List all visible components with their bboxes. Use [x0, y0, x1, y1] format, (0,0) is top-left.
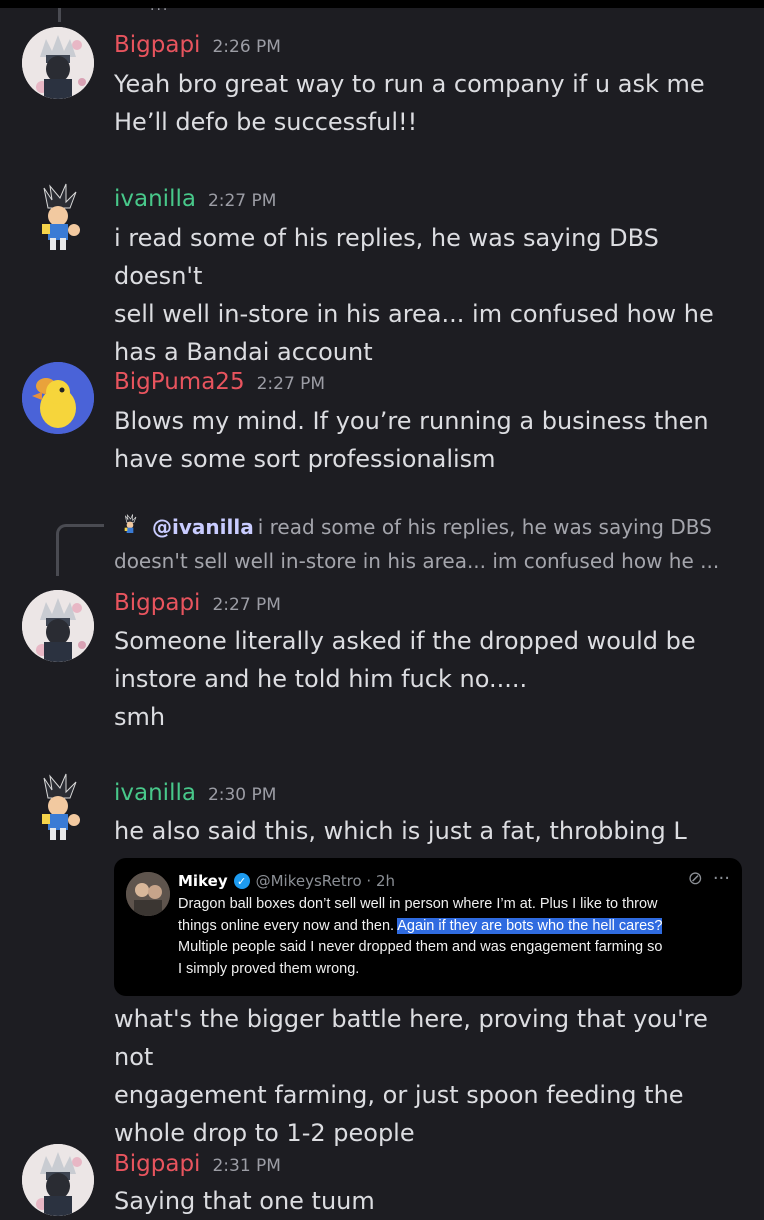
author-name[interactable]: Bigpapi — [114, 32, 200, 58]
avatar-bigpapi[interactable] — [22, 590, 94, 662]
avatar-bigpapi[interactable] — [22, 27, 94, 99]
author-name[interactable]: ivanilla — [114, 186, 196, 212]
tweet-header: Mikey ✓ @MikeysRetro · 2h — [178, 872, 395, 890]
reply-preview[interactable]: @ivanilla i read some of his replies, he … — [114, 510, 754, 578]
timestamp: 2:26 PM — [212, 37, 281, 57]
message-content: Yeah bro great way to run a company if u… — [114, 65, 744, 141]
reply-connector — [56, 524, 104, 576]
tweet-body: Dragon ball boxes don’t sell well in per… — [178, 894, 734, 980]
timestamp: 2:30 PM — [207, 785, 277, 805]
message-header: ivanilla 2:30 PM — [114, 780, 276, 806]
message-line: Yeah bro great way to run a company if u… — [114, 70, 705, 98]
author-name[interactable]: BigPuma25 — [114, 369, 245, 395]
message-header: Bigpapi 2:26 PM — [114, 32, 281, 58]
avatar-ivanilla[interactable] — [22, 770, 94, 842]
tweet-avatar — [126, 872, 170, 916]
tweet-line: Dragon ball boxes don’t sell well in per… — [178, 896, 658, 912]
message-line: have some sort professionalism — [114, 445, 496, 473]
avatar-ivanilla[interactable] — [22, 180, 94, 252]
grok-icon: ⊘ — [687, 868, 703, 889]
reply-text: i read some of his replies, he was sayin… — [257, 515, 712, 539]
tweet-line: Multiple people said I never dropped the… — [178, 939, 663, 955]
reply-mention[interactable]: @ivanilla — [152, 515, 254, 539]
message-line: sell well in-store in his area... im con… — [114, 300, 714, 328]
tweet-text: things online every now and then. — [178, 917, 398, 934]
message-header: Bigpapi 2:27 PM — [114, 590, 281, 616]
message-line: has a Bandai account — [114, 338, 373, 366]
verified-badge-icon: ✓ — [233, 873, 250, 889]
embedded-tweet-image[interactable]: Mikey ✓ @MikeysRetro · 2h ⊘ ··· Dragon b… — [114, 858, 742, 996]
timestamp: 2:27 PM — [212, 595, 281, 615]
message-line: smh — [114, 703, 166, 731]
timestamp: 2:27 PM — [207, 191, 277, 211]
message-content: Saying that one tuum — [114, 1182, 744, 1220]
tweet-author-name: Mikey — [178, 872, 228, 890]
message-header: BigPuma25 2:27 PM — [114, 369, 325, 395]
top-status-bar — [0, 0, 764, 8]
avatar-bigpapi[interactable] — [22, 1144, 94, 1216]
message-line: He’ll defo be successful!! — [114, 108, 418, 136]
timestamp: 2:27 PM — [256, 374, 326, 394]
tweet-handle: @MikeysRetro · 2h — [255, 872, 396, 890]
author-name[interactable]: ivanilla — [114, 780, 196, 806]
message-line: whole drop to 1-2 people — [114, 1119, 415, 1147]
message-line: engagement farming, or just spoon feedin… — [114, 1081, 684, 1109]
message-content: what's the bigger battle here, proving t… — [114, 1000, 744, 1152]
message-content: i read some of his replies, he was sayin… — [114, 219, 744, 371]
truncated-indicator: ... — [150, 0, 170, 14]
message-header: ivanilla 2:27 PM — [114, 186, 276, 212]
message-line: Saying that one tuum — [114, 1187, 375, 1215]
tweet-highlight: Again if they are bots who the hell care… — [397, 917, 663, 934]
author-name[interactable]: Bigpapi — [114, 1151, 200, 1177]
tweet-line: things online every now and then. Again … — [178, 916, 734, 938]
reply-text-line2: doesn't sell well in-store in his area..… — [114, 549, 720, 573]
author-name[interactable]: Bigpapi — [114, 590, 200, 616]
tweet-line: I simply proved them wrong. — [178, 960, 360, 977]
message-line: Someone literally asked if the dropped w… — [114, 627, 696, 655]
message-line: what's the bigger battle here, proving t… — [114, 1005, 708, 1071]
message-content: he also said this, which is just a fat, … — [114, 812, 744, 850]
message-line: Blows my mind. If you’re running a busin… — [114, 407, 709, 435]
message-line: instore and he told him fuck no..... — [114, 665, 528, 693]
message-content: Blows my mind. If you’re running a busin… — [114, 402, 744, 478]
tweet-tools: ⊘ ··· — [688, 868, 730, 889]
avatar-bigpuma25[interactable] — [22, 362, 94, 434]
timestamp: 2:31 PM — [212, 1156, 281, 1176]
message-header: Bigpapi 2:31 PM — [114, 1151, 281, 1177]
message-content: Someone literally asked if the dropped w… — [114, 622, 744, 736]
message-line: he also said this, which is just a fat, … — [114, 817, 687, 845]
more-icon: ··· — [712, 868, 730, 889]
thread-connector — [58, 8, 61, 22]
message-line: i read some of his replies, he was sayin… — [114, 224, 659, 290]
